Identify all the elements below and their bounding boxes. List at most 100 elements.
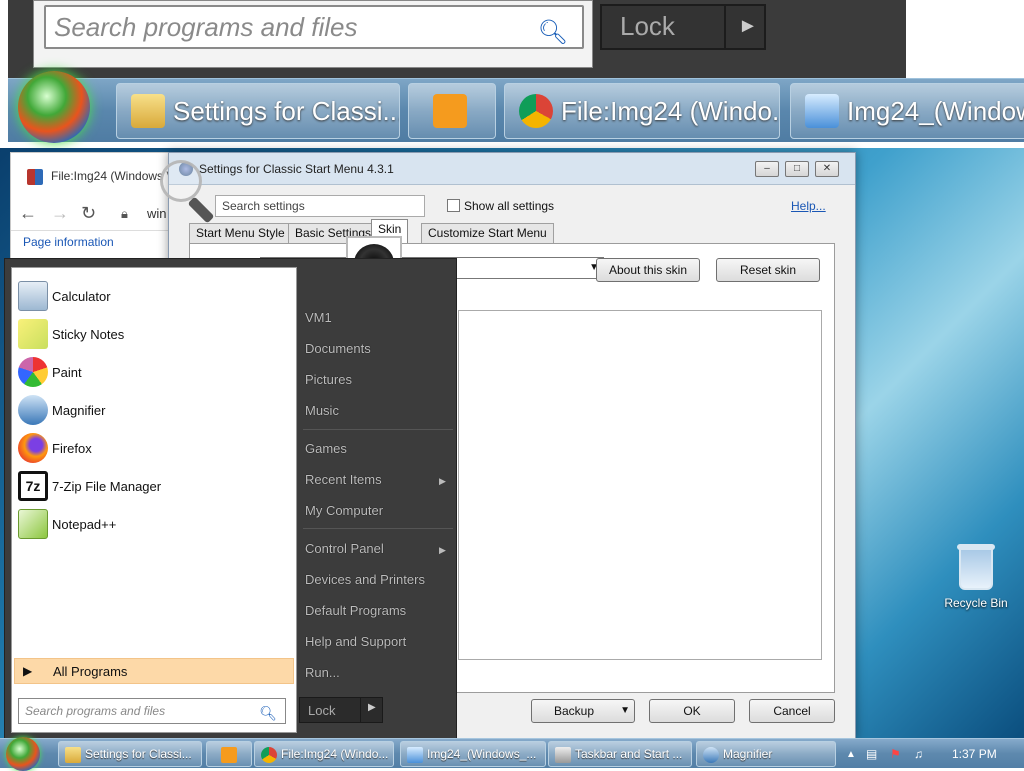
- 7zip-icon: 7z: [18, 471, 48, 501]
- lock-button[interactable]: Lock ▶: [299, 697, 383, 723]
- lock-label: Lock: [308, 703, 336, 718]
- tab-customize-start-menu[interactable]: Customize Start Menu: [421, 223, 554, 243]
- menu-item-documents[interactable]: Documents: [305, 341, 371, 356]
- close-button[interactable]: ✕: [815, 161, 839, 177]
- backup-label: Backup: [554, 704, 595, 718]
- search-icon: 🔍︎: [537, 19, 568, 46]
- taskbar-button-media[interactable]: [206, 741, 252, 767]
- taskbar-button-label: Settings for Classi...: [85, 747, 192, 761]
- divider: [360, 698, 361, 722]
- chevron-right-icon[interactable]: ▶: [368, 702, 376, 713]
- program-magnifier[interactable]: Magnifier: [12, 392, 296, 428]
- program-label: Sticky Notes: [52, 327, 125, 342]
- taskbar-button-taskbar-properties[interactable]: Taskbar and Start ...: [548, 741, 692, 767]
- program-calculator[interactable]: Calculator: [12, 278, 296, 314]
- calculator-icon: [18, 281, 48, 311]
- program-label: Magnifier: [52, 403, 106, 418]
- menu-item-devices-printers[interactable]: Devices and Printers: [305, 572, 425, 587]
- all-programs-button[interactable]: ▶ All Programs: [14, 658, 294, 684]
- program-7zip[interactable]: 7z 7-Zip File Manager: [12, 468, 296, 504]
- show-hidden-icons-icon[interactable]: ▲: [846, 749, 856, 760]
- taskbar-button-settings[interactable]: Settings for Classi...: [58, 741, 202, 767]
- divider: [724, 6, 726, 48]
- taskbar-button-magnifier[interactable]: Magnifier: [696, 741, 836, 767]
- menu-item-pictures[interactable]: Pictures: [305, 372, 352, 387]
- reset-skin-button[interactable]: Reset skin: [716, 258, 820, 282]
- clock[interactable]: 1:37 PM: [952, 747, 997, 761]
- image-icon: [407, 747, 423, 763]
- taskbar-button-label: File:Img24 (Windo...: [281, 747, 389, 761]
- wikimedia-favicon-icon: [27, 169, 43, 185]
- search-settings-input[interactable]: Search settings: [215, 195, 425, 217]
- menu-item-games[interactable]: Games: [305, 441, 347, 456]
- magnifier-lens-icon: [160, 160, 202, 202]
- magnified-search-placeholder: Search programs and files: [54, 12, 358, 42]
- taskbar-button-chrome[interactable]: File:Img24 (Windo...: [254, 741, 394, 767]
- menu-item-default-programs[interactable]: Default Programs: [305, 603, 406, 618]
- magnifier-view: Search programs and files 🔍︎ Lock ► Sett…: [0, 0, 1024, 148]
- programs-pane: Calculator Sticky Notes Paint Magnifier …: [11, 267, 297, 733]
- search-icon: 🔍︎: [259, 705, 277, 721]
- program-paint[interactable]: Paint: [12, 354, 296, 390]
- program-firefox[interactable]: Firefox: [12, 430, 296, 466]
- chrome-icon: [519, 94, 553, 128]
- maximize-button[interactable]: □: [785, 161, 809, 177]
- magnified-taskbar-label: Settings for Classi...: [173, 96, 400, 126]
- taskbar-button-label: Taskbar and Start ...: [575, 747, 683, 761]
- magnified-taskbar-label: Img24_(Window: [847, 96, 1024, 126]
- program-label: 7-Zip File Manager: [52, 479, 162, 494]
- magnifier-icon: [703, 747, 719, 763]
- recycle-bin-shortcut[interactable]: Recycle Bin: [940, 544, 1012, 610]
- menu-item-recent-items[interactable]: Recent Items: [305, 472, 382, 487]
- help-link[interactable]: Help...: [791, 199, 826, 213]
- about-skin-button[interactable]: About this skin: [596, 258, 700, 282]
- address-bar[interactable]: win: [147, 206, 167, 221]
- menu-item-run[interactable]: Run...: [305, 665, 340, 680]
- cancel-button[interactable]: Cancel: [749, 699, 835, 723]
- magnifier-icon: [18, 395, 48, 425]
- menu-item-user[interactable]: VM1: [305, 310, 332, 325]
- chevron-right-icon: ►: [738, 15, 758, 37]
- chrome-window: File:Img24 (Windows Vis ← → ↻ 🔒︎ win Pag…: [10, 152, 181, 272]
- minimize-button[interactable]: –: [755, 161, 779, 177]
- menu-item-control-panel[interactable]: Control Panel: [305, 541, 384, 556]
- network-icon[interactable]: ▤: [866, 747, 877, 761]
- taskbar-button-label: Magnifier: [723, 747, 773, 761]
- page-information-link[interactable]: Page information: [23, 235, 114, 249]
- program-sticky-notes[interactable]: Sticky Notes: [12, 316, 296, 352]
- magnified-taskbar-button-settings: Settings for Classi...: [116, 83, 400, 139]
- magnified-search-input: Search programs and files 🔍︎: [44, 5, 584, 49]
- back-arrow-icon[interactable]: ←: [19, 203, 37, 224]
- titlebar: Settings for Classic Start Menu 4.3.1 – …: [169, 153, 855, 185]
- forward-arrow-icon[interactable]: →: [51, 203, 69, 224]
- taskbar-properties-icon: [555, 747, 571, 763]
- firefox-icon: [18, 433, 48, 463]
- start-search-placeholder: Search programs and files: [25, 704, 166, 718]
- start-search-input[interactable]: Search programs and files 🔍︎: [18, 698, 286, 724]
- browser-tab[interactable]: File:Img24 (Windows Vis: [15, 159, 175, 193]
- image-icon: [805, 94, 839, 128]
- taskbar-button-image[interactable]: Img24_(Windows_...: [400, 741, 546, 767]
- action-center-icon[interactable]: ⚑: [890, 747, 901, 761]
- program-label: Paint: [52, 365, 82, 380]
- show-all-settings-checkbox[interactable]: Show all settings: [447, 199, 554, 213]
- program-label: Firefox: [52, 441, 92, 456]
- show-all-settings-label: Show all settings: [464, 199, 555, 213]
- tab-start-menu-style[interactable]: Start Menu Style: [189, 223, 292, 243]
- settings-folder-icon: [131, 94, 165, 128]
- program-notepadpp[interactable]: Notepad++: [12, 506, 296, 542]
- media-player-icon: [433, 94, 467, 128]
- ok-button[interactable]: OK: [649, 699, 735, 723]
- backup-button[interactable]: Backup ▼: [531, 699, 635, 723]
- divider: [303, 528, 453, 529]
- checkbox-box[interactable]: [447, 199, 460, 212]
- reload-icon[interactable]: ↻: [81, 203, 96, 224]
- start-orb-icon[interactable]: [6, 737, 40, 771]
- menu-item-music[interactable]: Music: [305, 403, 339, 418]
- volume-icon[interactable]: ♫: [914, 747, 923, 761]
- settings-folder-icon: [65, 747, 81, 763]
- program-label: Notepad++: [52, 517, 117, 532]
- menu-item-help-support[interactable]: Help and Support: [305, 634, 406, 649]
- window-title: Settings for Classic Start Menu 4.3.1: [199, 162, 394, 176]
- menu-item-my-computer[interactable]: My Computer: [305, 503, 383, 518]
